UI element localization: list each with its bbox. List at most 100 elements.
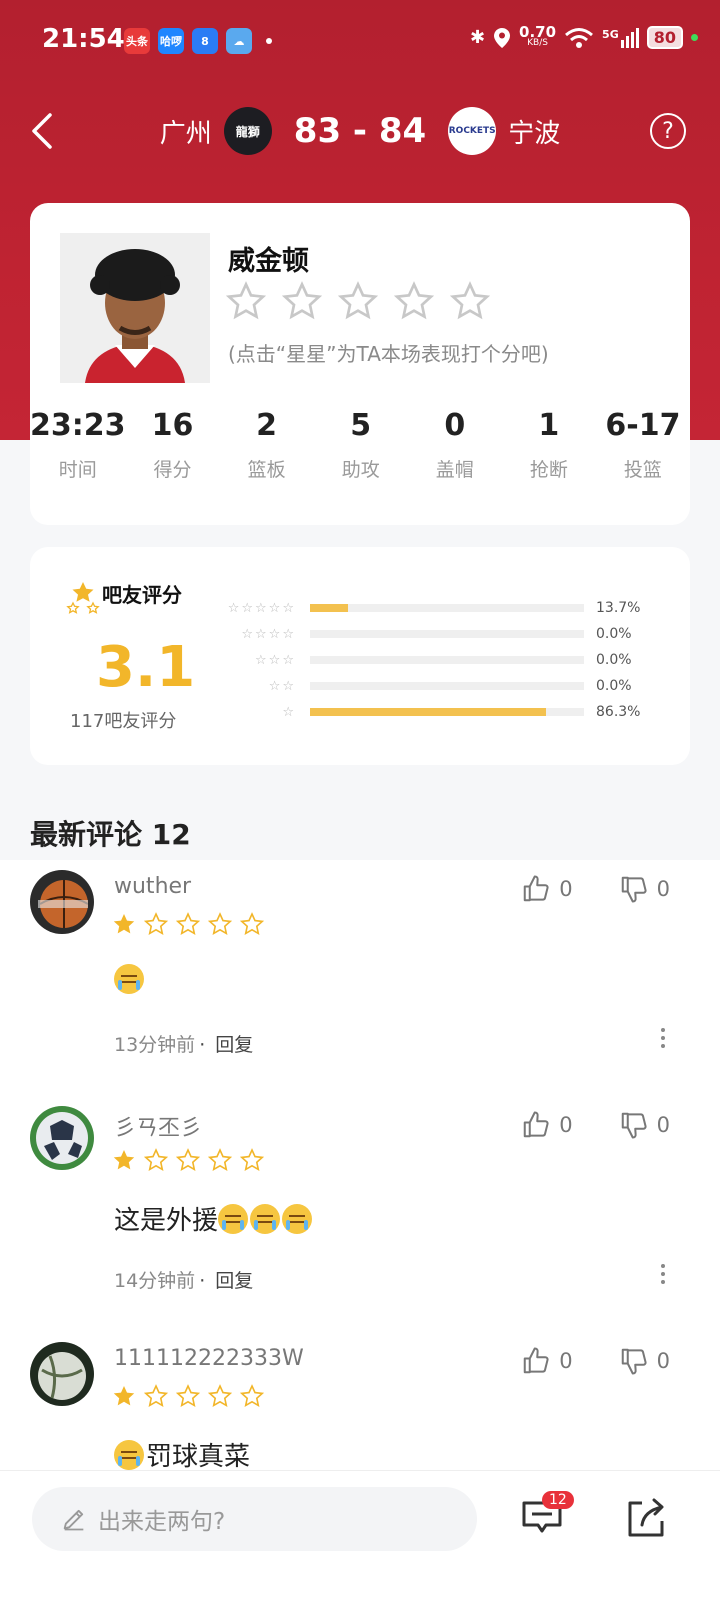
home-team-name[interactable]: 广州 — [160, 113, 212, 150]
avatar[interactable] — [30, 1342, 94, 1406]
comment-username[interactable]: wuther — [114, 874, 191, 899]
more-notifications-icon — [266, 38, 272, 44]
comment-item: wuther 0 0 13分钟前 · 回复 — [0, 860, 720, 1080]
comment-time: 14分钟前 — [114, 1270, 196, 1292]
fan-rating-count: 117吧友评分 — [70, 711, 177, 732]
notification-icons: 头条 哈啰 8 ☁ — [124, 28, 272, 54]
dist-row-1: ☆ 86.3% — [282, 704, 641, 720]
avatar[interactable] — [30, 870, 94, 934]
like-button[interactable]: 0 — [521, 1346, 573, 1376]
comment-input-placeholder: 出来走两句? — [98, 1509, 226, 1535]
player-name: 威金顿 — [228, 246, 309, 277]
rate-star-5-icon[interactable] — [450, 281, 490, 321]
toutiao-app-icon: 头条 — [124, 28, 150, 54]
thumbs-down-icon — [621, 1348, 647, 1375]
weather-app-icon: ☁ — [226, 28, 252, 54]
crying-emoji-icon — [114, 1439, 144, 1470]
player-photo — [60, 233, 210, 383]
rate-star-3-icon[interactable] — [338, 281, 378, 321]
comment-time: 13分钟前 — [114, 1034, 196, 1056]
dist-row-4: ☆☆☆☆ 0.0% — [241, 626, 632, 642]
comment-text: 罚球真菜 — [114, 1436, 250, 1473]
away-team-name[interactable]: 宁波 — [508, 113, 560, 150]
more-options-icon[interactable] — [660, 1028, 666, 1052]
thumbs-down-icon — [621, 1112, 647, 1139]
star-cluster-icon — [66, 582, 100, 614]
dislike-button[interactable]: 0 — [619, 874, 670, 904]
dist-row-5: ☆☆☆☆☆ 13.7% — [227, 600, 641, 616]
battery-icon: 80 — [646, 26, 683, 49]
crying-emoji-icon — [218, 1203, 249, 1234]
rating-input — [226, 281, 490, 321]
crying-emoji-icon — [282, 1203, 313, 1234]
star-empty-icon — [240, 1148, 264, 1171]
star-empty-icon — [176, 1384, 200, 1407]
comment-text: 这是外援 — [114, 1200, 314, 1237]
star-empty-icon — [240, 912, 264, 935]
thumbs-up-icon — [524, 1347, 549, 1374]
comment-count-badge: 12 — [542, 1491, 574, 1509]
reply-button[interactable]: 回复 — [215, 1034, 253, 1056]
scoreboard: 广州 龍獅 83 - 84 ROCKETS 宁波 — [0, 107, 720, 155]
game-score: 83 - 84 — [293, 111, 427, 151]
star-filled-icon — [113, 1386, 135, 1406]
star-filled-icon — [113, 1150, 135, 1170]
rate-star-1-icon[interactable] — [226, 281, 266, 321]
vote-buttons: 0 0 — [521, 874, 670, 904]
stat-field-goals: 6-17 投篮 — [605, 408, 681, 481]
fan-rating-score: 3.1 — [96, 635, 196, 700]
rating-hint: (点击“星星”为TA本场表现打个分吧) — [228, 342, 549, 366]
wifi-icon — [565, 27, 594, 48]
dist-bar-1 — [310, 708, 547, 716]
dist-row-3: ☆☆☆ 0.0% — [255, 652, 632, 668]
active-dot — [691, 34, 698, 41]
comment-rating — [112, 912, 264, 936]
dislike-button[interactable]: 0 — [619, 1346, 670, 1376]
comment-input[interactable]: 出来走两句? — [32, 1487, 477, 1551]
stat-points: 16 得分 — [151, 408, 194, 481]
stat-rebounds: 2 篮板 — [247, 408, 286, 481]
comment-meta: 14分钟前 · 回复 — [114, 1270, 254, 1292]
vote-buttons: 0 0 — [521, 1110, 670, 1140]
star-empty-icon — [208, 1384, 232, 1407]
dist-row-2: ☆☆ 0.0% — [268, 678, 632, 694]
home-team-logo[interactable]: 龍獅 — [223, 107, 272, 155]
away-team-logo[interactable]: ROCKETS — [448, 107, 497, 155]
comment-meta: 13分钟前 · 回复 — [114, 1034, 254, 1056]
help-icon[interactable]: ? — [650, 113, 686, 149]
rate-star-2-icon[interactable] — [282, 281, 322, 321]
vote-buttons: 0 0 — [521, 1346, 670, 1376]
bluetooth-icon: ✱ — [469, 27, 486, 48]
comment-username[interactable]: 彡ㄢ丕彡 — [114, 1110, 202, 1142]
crying-emoji-icon — [250, 1203, 281, 1234]
hello-app-icon: 哈啰 — [158, 28, 184, 54]
status-bar: 21:54 头条 哈啰 8 ☁ ✱ 0.70 KB/S 5G 80 — [0, 0, 720, 80]
avatar[interactable] — [30, 1106, 94, 1170]
dislike-button[interactable]: 0 — [619, 1110, 670, 1140]
net-speed: 0.70 KB/S — [519, 22, 557, 48]
eight-app-icon: 8 — [192, 28, 218, 54]
comments-title: 最新评论 12 — [30, 818, 191, 851]
more-options-icon[interactable] — [660, 1264, 666, 1288]
signal-icon: 5G — [602, 27, 639, 48]
rating-distribution: ☆☆☆☆☆ 13.7% ☆☆☆☆ 0.0% ☆☆☆ 0.0% ☆☆ 0.0% ☆ 86.3… — [220, 595, 680, 725]
crying-emoji-icon — [114, 964, 144, 994]
dist-bar-5 — [310, 604, 348, 612]
like-button[interactable]: 0 — [521, 874, 573, 904]
system-indicators: ✱ 0.70 KB/S 5G 80 — [469, 22, 698, 49]
location-icon — [494, 27, 511, 48]
share-icon[interactable] — [624, 1495, 668, 1539]
star-empty-icon — [176, 912, 200, 935]
star-empty-icon — [240, 1384, 264, 1407]
like-button[interactable]: 0 — [521, 1110, 573, 1140]
rate-star-4-icon[interactable] — [394, 281, 434, 321]
comment-username[interactable]: 111112222333W — [114, 1346, 304, 1371]
comments-list: wuther 0 0 13分钟前 · 回复 彡ㄢ丕彡 0 0 这是外援 14分钟… — [0, 860, 720, 1500]
player-card: 威金顿 (点击“星星”为TA本场表现打个分吧) 23:23 时间 16 得分 2 篮板… — [30, 203, 690, 525]
star-empty-icon — [208, 1148, 232, 1171]
game-header: 广州 龍獅 83 - 84 ROCKETS 宁波 ? — [0, 95, 720, 171]
comment-item: 彡ㄢ丕彡 0 0 这是外援 14分钟前 · 回复 — [0, 1096, 720, 1316]
star-empty-icon — [176, 1148, 200, 1171]
reply-button[interactable]: 回复 — [215, 1270, 253, 1292]
star-empty-icon — [144, 1148, 168, 1171]
